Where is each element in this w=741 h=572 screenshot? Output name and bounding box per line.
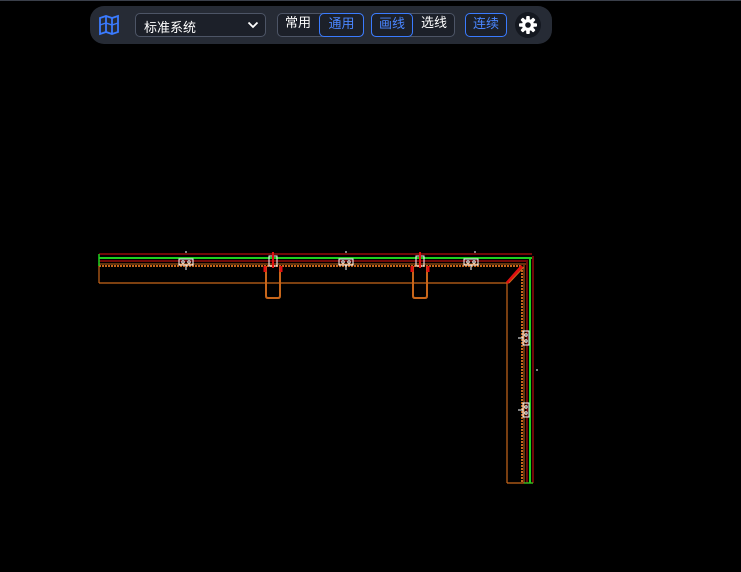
drawing-canvas[interactable] [0,0,741,572]
dimension-ticks [185,251,538,371]
horizontal-wall [98,253,532,284]
vertical-wall [505,256,534,484]
